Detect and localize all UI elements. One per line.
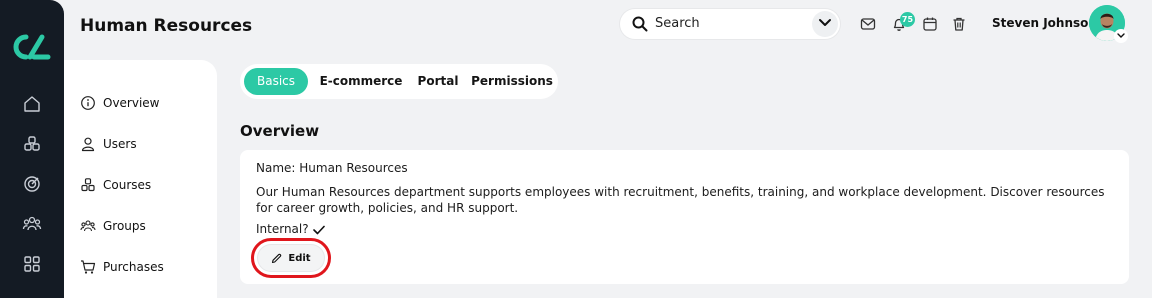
groups-icon[interactable] [22,214,42,234]
home-icon[interactable] [22,94,42,114]
sidebar-item-label: Overview [103,96,160,110]
sidebar-item-courses[interactable]: Courses [80,175,151,195]
notification-badge: 75 [900,12,915,27]
sidebar-item-users[interactable]: Users [80,134,137,154]
tab-basics[interactable]: Basics [244,68,308,95]
pencil-icon [272,253,282,263]
sidebar-item-purchases[interactable]: Purchases [80,257,164,277]
search-placeholder[interactable]: Search [655,16,700,31]
sidebar-item-label: Users [103,137,137,151]
sidebar-item-label: Purchases [103,260,164,274]
tab-portal[interactable]: Portal [412,68,464,95]
target-icon[interactable] [22,174,42,194]
search-icon [632,16,648,32]
grid-icon[interactable] [22,254,42,274]
section-sidebar: Overview Users Courses Groups Purchases [64,60,217,298]
sidebar-item-groups[interactable]: Groups [80,216,146,236]
page-title: Human Resources [80,16,253,36]
account-menu-toggle[interactable] [1114,29,1128,43]
sidebar-item-label: Courses [103,178,152,192]
trash-icon[interactable] [951,16,967,32]
boxes-icon [81,178,95,192]
overview-card: Name: Human Resources Our Human Resource… [240,150,1129,284]
calendar-icon[interactable] [922,16,938,32]
name-field: Name: Human Resources [256,161,408,175]
courses-icon[interactable] [22,134,42,154]
search-scope-dropdown[interactable] [812,11,838,37]
cart-icon [81,260,96,274]
tab-e-commerce[interactable]: E-commerce [314,68,408,95]
tab-permissions[interactable]: Permissions [470,68,554,95]
chevron-down-icon [1117,33,1125,38]
description-text: Our Human Resources department supports … [256,185,1105,215]
info-icon [81,96,95,110]
internal-field: Internal? [256,222,325,236]
checkmark-icon [312,225,325,234]
sidebar-item-label: Groups [103,219,146,233]
app-rail [0,0,64,298]
edit-label: Edit [288,252,311,264]
chevron-down-icon [819,19,831,26]
edit-button[interactable]: Edit [258,245,324,271]
sidebar-item-overview[interactable]: Overview [80,93,160,113]
app-logo[interactable] [12,33,52,61]
internal-label: Internal? [256,222,309,236]
user-name[interactable]: Steven Johnson [992,16,1097,30]
search-bar[interactable]: Search [620,9,840,39]
tab-bar: Basics E-commerce Portal Permissions [240,64,558,99]
user-icon [81,137,95,152]
section-title: Overview [240,122,320,140]
mail-icon[interactable] [860,16,876,32]
people-icon [80,220,96,232]
